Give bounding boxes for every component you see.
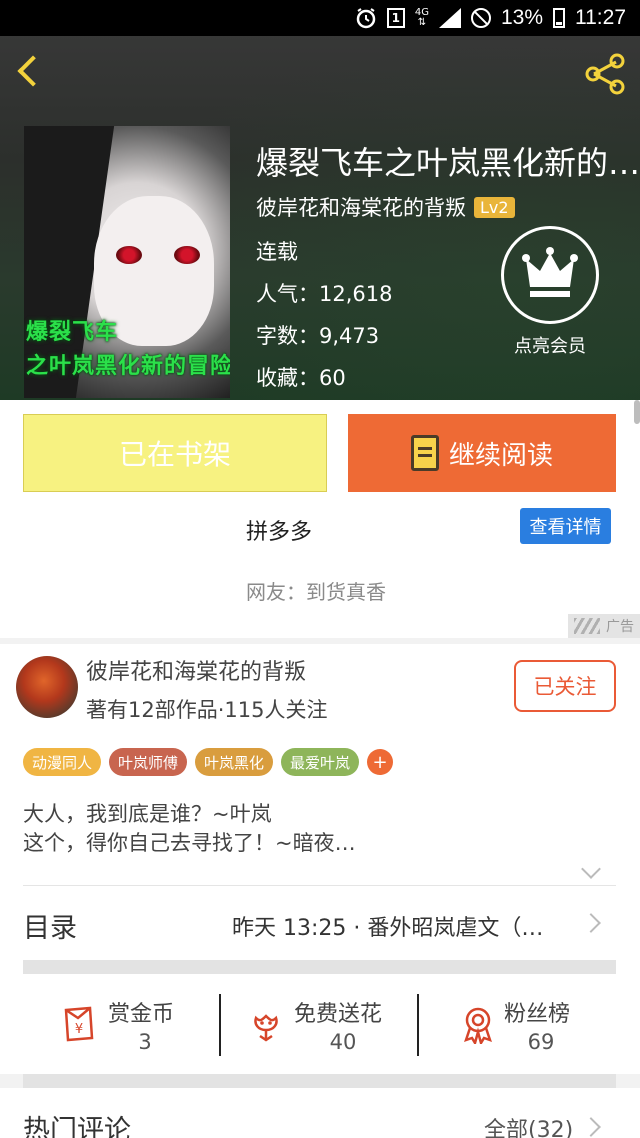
author-stats: 著有12部作品·115人关注 (86, 698, 328, 722)
book-word-count: 字数：9,473 (256, 324, 380, 348)
book-popularity: 人气：12,618 (256, 282, 393, 306)
network-type: 4G ⇅ (414, 7, 429, 28)
reward-coin-button[interactable]: ¥ 赏金币 3 (60, 992, 200, 1058)
cover-title-art: 爆裂飞车 之叶岚黑化新的冒险 (26, 320, 230, 379)
clock: 11:27 (575, 6, 626, 29)
stat-value: 3 (138, 1030, 152, 1054)
author-card: 彼岸花和海棠花的背叛 著有12部作品·115人关注 已关注 动漫同人 叶岚师傅 … (0, 644, 640, 974)
svg-text:¥: ¥ (75, 1022, 83, 1037)
book-status: 连载 (256, 240, 298, 264)
in-bookshelf-button[interactable]: 已在书架 (23, 414, 327, 492)
vip-button[interactable]: 点亮会员 (500, 226, 600, 366)
back-icon[interactable] (14, 52, 50, 92)
hot-comments-header: 热门评论 全部(32) (0, 1088, 640, 1138)
reward-coin-icon: ¥ (60, 1004, 96, 1044)
stat-value: 69 (527, 1030, 555, 1054)
ad-marks-icon (574, 618, 600, 634)
ad-banner[interactable]: 拼多多 查看详情 网友：到货真香 广告 (0, 506, 640, 638)
status-bar: 1 4G ⇅ 13% 11:27 (0, 0, 640, 36)
continue-reading-button[interactable]: 继续阅读 (348, 414, 616, 492)
toc-latest-chapter[interactable]: 昨天 13:25 · 番外昭岚虐文（… (232, 910, 566, 942)
ad-description: 网友：到货真香 (246, 580, 386, 604)
all-comments-link[interactable]: 全部(32) (484, 1112, 573, 1138)
divider (23, 960, 616, 974)
vip-label: 点亮会员 (514, 336, 586, 357)
flower-icon (248, 1004, 284, 1044)
action-bar: 已在书架 继续阅读 (0, 400, 640, 506)
tag-item[interactable]: 动漫同人 (23, 748, 102, 776)
divider (417, 994, 419, 1056)
book-author-row[interactable]: 彼岸花和海棠花的背叛 Lv2 (256, 192, 515, 222)
tag-list: 动漫同人 叶岚师傅 叶岚黑化 最爱叶岚 + (23, 748, 394, 776)
crown-icon (501, 226, 599, 324)
hot-comments-title: 热门评论 (23, 1115, 131, 1138)
do-not-disturb-icon (470, 8, 491, 28)
battery-icon (553, 8, 565, 28)
level-badge: Lv2 (474, 196, 515, 218)
add-tag-button[interactable]: + (367, 749, 394, 775)
tag-item[interactable]: 最爱叶岚 (281, 748, 360, 776)
share-icon[interactable] (582, 52, 628, 96)
stat-label: 粉丝榜 (504, 1002, 571, 1027)
continue-reading-label: 继续阅读 (448, 440, 553, 471)
stat-label: 赏金币 (108, 1002, 175, 1027)
fan-ranking-button[interactable]: 粉丝榜 69 (460, 992, 600, 1058)
alarm-icon (355, 7, 377, 29)
scrollbar-thumb[interactable] (634, 400, 640, 424)
toc-label[interactable]: 目录 (23, 906, 77, 945)
intro-line: 大人，我到底是谁？~叶岚 (23, 802, 272, 826)
book-cover[interactable]: 爆裂飞车 之叶岚黑化新的冒险 (24, 126, 230, 398)
stat-label: 免费送花 (294, 1002, 383, 1027)
book-header: 1 4G ⇅ 13% 11:27 爆裂飞车 之叶岚黑化新的冒险 爆裂飞车之叶岚黑化新… (0, 0, 640, 400)
divider (219, 994, 221, 1056)
fan-ranking-icon (460, 1004, 496, 1047)
ad-details-button[interactable]: 查看详情 (520, 508, 611, 544)
book-intro[interactable]: 大人，我到底是谁？~叶岚 这个，得你自己去寻找了！~暗夜… (23, 800, 356, 858)
tag-item[interactable]: 叶岚师傅 (109, 748, 188, 776)
free-flower-button[interactable]: 免费送花 40 (248, 992, 408, 1058)
intro-line: 这个，得你自己去寻找了！~暗夜… (23, 831, 356, 855)
book-title: 爆裂飞车之叶岚黑化新的… (256, 144, 640, 182)
book-icon (410, 435, 439, 471)
tag-item[interactable]: 叶岚黑化 (195, 748, 274, 776)
stat-value: 40 (329, 1030, 357, 1054)
chevron-right-icon[interactable] (581, 1117, 601, 1137)
book-author[interactable]: 彼岸花和海棠花的背叛 (256, 192, 466, 222)
stats-bar: ¥ 赏金币 3 免费送花 40 粉丝榜 69 (0, 974, 640, 1074)
author-name[interactable]: 彼岸花和海棠花的背叛 (86, 654, 306, 686)
battery-percent: 13% (500, 6, 543, 29)
ad-label: 广告 (568, 614, 640, 638)
followed-button[interactable]: 已关注 (514, 660, 616, 712)
divider (23, 1074, 616, 1088)
book-favorites: 收藏：60 (256, 366, 346, 390)
avatar[interactable] (16, 656, 78, 718)
signal-icon (438, 8, 461, 28)
divider (23, 885, 616, 886)
chevron-right-icon[interactable] (581, 913, 601, 933)
chevron-down-icon[interactable] (581, 859, 601, 879)
sim-indicator: 1 (386, 8, 405, 28)
ad-title: 拼多多 (246, 520, 313, 545)
